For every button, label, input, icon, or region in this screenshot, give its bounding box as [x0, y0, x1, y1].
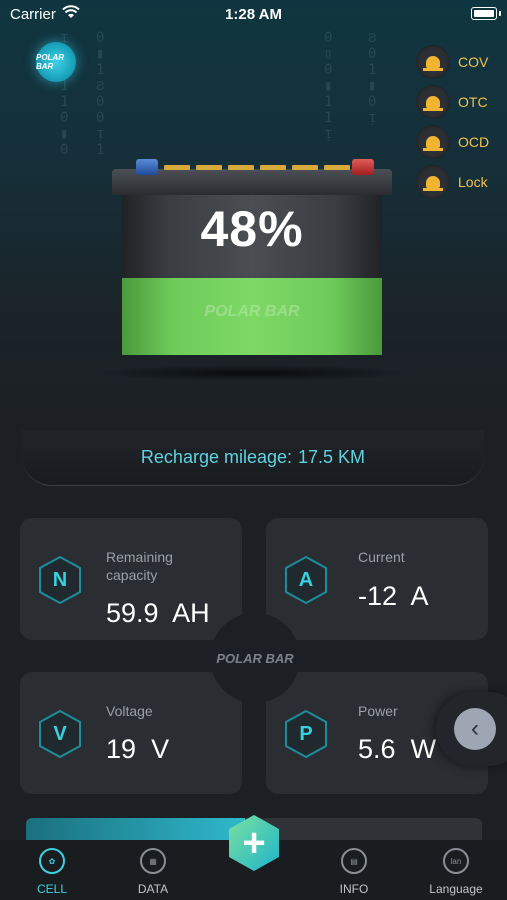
metric-label: Current	[358, 549, 405, 565]
positive-terminal	[352, 159, 374, 175]
negative-terminal	[136, 159, 158, 175]
center-brand-logo: POLAR BAR	[210, 613, 300, 703]
plus-icon: +	[242, 820, 266, 865]
metric-current: A Current -12 A	[266, 518, 488, 640]
tab-label: INFO	[339, 882, 369, 896]
alert-lock[interactable]: Lock	[416, 165, 489, 199]
alert-otc[interactable]: OTC	[416, 85, 489, 119]
alarm-light-icon	[416, 45, 450, 79]
capacity-icon: N	[34, 554, 86, 606]
alert-label: COV	[458, 54, 489, 70]
metric-remaining-capacity: N Remaining capacity 59.9 AH	[20, 518, 242, 640]
tab-language[interactable]: lan Language	[406, 840, 506, 900]
battery-graphic: 48% POLAR BAR	[92, 155, 412, 381]
metric-value: 19 V	[106, 734, 170, 764]
tab-label: CELL	[36, 882, 68, 896]
battery-shadow	[92, 365, 412, 381]
alert-cov[interactable]: COV	[416, 45, 489, 79]
data-icon: ▦	[140, 848, 166, 874]
alert-ocd[interactable]: OCD	[416, 125, 489, 159]
info-icon: ▤	[341, 848, 367, 874]
tab-label: DATA	[137, 882, 169, 896]
language-icon: lan	[443, 848, 469, 874]
alarm-light-icon	[416, 165, 450, 199]
matrix-decoration: 0▯0▮11ᴉ	[324, 30, 333, 142]
alert-label: Lock	[458, 174, 488, 190]
battery-percent: 48%	[200, 201, 304, 257]
current-icon: A	[280, 554, 332, 606]
status-bar: Carrier 1:28 AM	[0, 0, 507, 30]
battery-terminals	[112, 155, 392, 177]
brand-logo[interactable]: POLAR BAR	[36, 42, 76, 82]
alarm-light-icon	[416, 125, 450, 159]
alarm-light-icon	[416, 85, 450, 119]
metric-value: -12 A	[358, 581, 429, 611]
matrix-decoration: Ϩ01▮0ᴉ	[368, 30, 377, 126]
tab-label: Language	[429, 882, 483, 896]
tab-cell[interactable]: ✿ CELL	[2, 840, 102, 900]
mileage-value: 17.5 KM	[298, 447, 366, 467]
recharge-mileage: Recharge mileage: 17.5 KM	[22, 430, 484, 486]
alert-indicators: COV OTC OCD Lock	[416, 45, 489, 205]
metric-label: Voltage	[106, 703, 153, 719]
metric-value: 59.9 AH	[106, 598, 210, 628]
battery-watermark: POLAR BAR	[204, 303, 300, 320]
tab-data[interactable]: ▦ DATA	[103, 840, 203, 900]
progress-fill	[26, 818, 245, 840]
alert-label: OCD	[458, 134, 490, 150]
alert-label: OTC	[458, 94, 488, 110]
cell-icon: ✿	[39, 848, 65, 874]
metric-value: 5.6 W	[358, 734, 437, 764]
voltage-icon: V	[34, 708, 86, 760]
clock: 1:28 AM	[225, 6, 282, 23]
metric-label: Remaining capacity	[106, 549, 173, 583]
brand-logo-text: POLAR BAR	[36, 53, 64, 71]
mileage-label: Recharge mileage:	[140, 447, 293, 467]
battery-status-icon	[471, 7, 501, 20]
collapse-panel-button[interactable]: ‹	[436, 692, 507, 766]
power-icon: P	[280, 708, 332, 760]
tab-info[interactable]: ▤ INFO	[304, 840, 404, 900]
matrix-decoration: 0▮1Ϩ00ᴉ1	[96, 30, 105, 158]
chevron-left-icon: ‹	[454, 708, 496, 750]
metric-voltage: V Voltage 19 V	[20, 672, 242, 794]
add-button[interactable]: +	[228, 814, 280, 872]
